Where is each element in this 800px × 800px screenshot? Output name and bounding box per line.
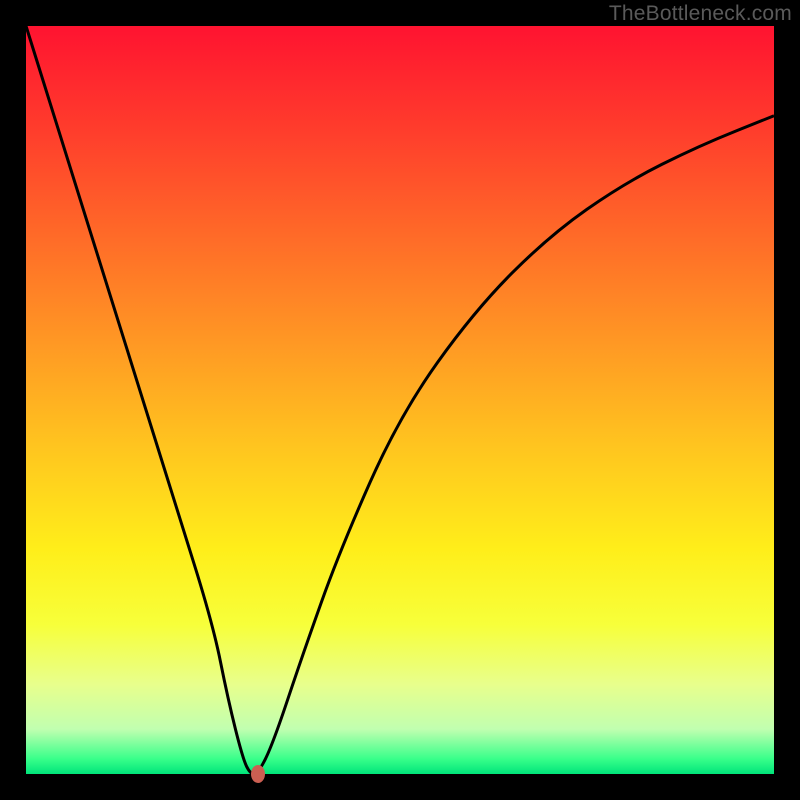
curve-svg xyxy=(26,26,774,774)
bottleneck-curve xyxy=(26,26,774,774)
chart-frame: TheBottleneck.com xyxy=(0,0,800,800)
optimal-point-marker xyxy=(251,765,265,783)
attribution-text: TheBottleneck.com xyxy=(609,2,792,26)
plot-area xyxy=(26,26,774,774)
